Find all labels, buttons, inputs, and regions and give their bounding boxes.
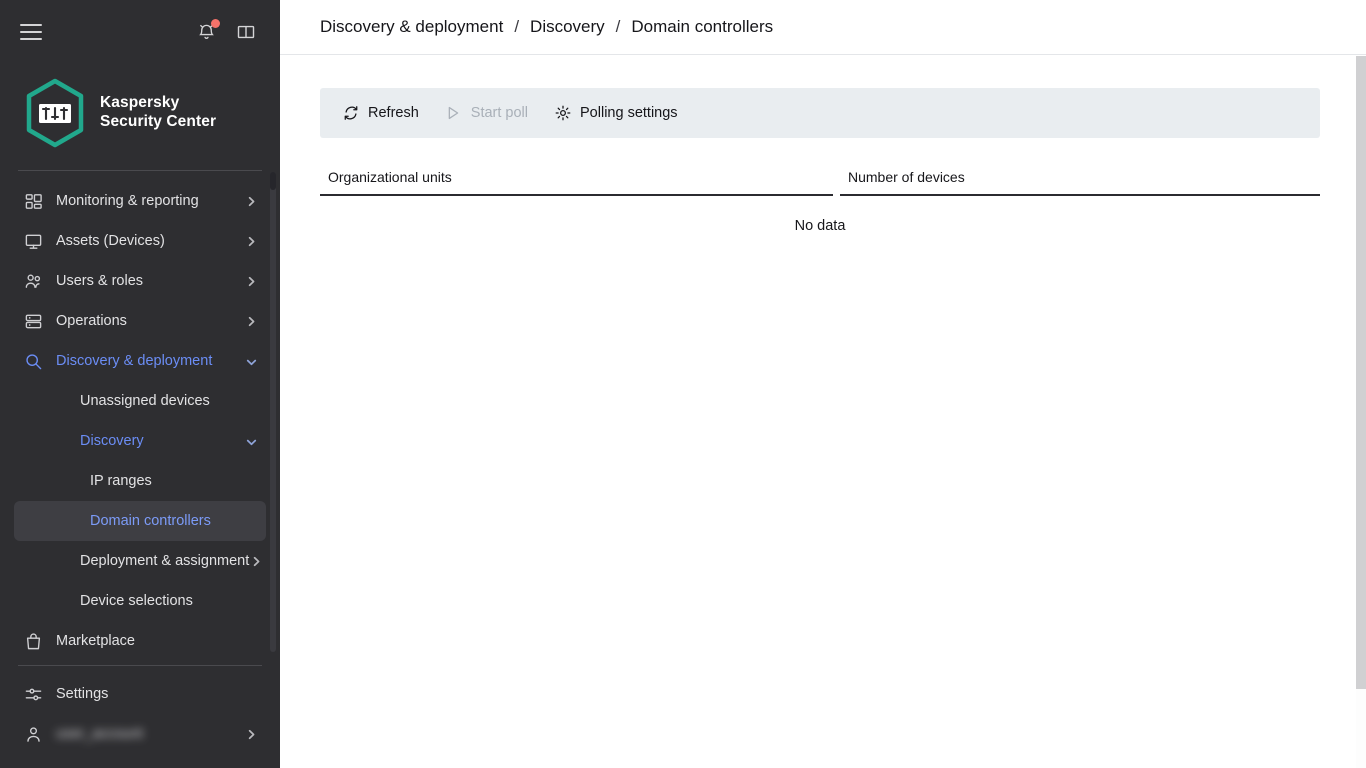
sidebar-item-label: Users & roles [56,273,144,289]
start-poll-button: Start poll [445,105,528,122]
search-icon [24,351,46,371]
main-scrollbar-thumb[interactable] [1356,56,1366,689]
sidebar-item-label: Monitoring & reporting [56,193,199,209]
no-icon [58,471,80,491]
chevron-right-icon [244,728,258,741]
chevron-right-icon [244,315,258,328]
sidebar-item-ip-ranges[interactable]: IP ranges [14,461,266,501]
chevron-right-icon [249,555,263,568]
no-icon [48,551,70,571]
redacted-user-name: user_account [56,726,144,742]
notification-badge [211,19,220,28]
sidebar-item-label: IP ranges [90,473,152,489]
main-area: Discovery & deployment / Discovery / Domain … [280,0,1366,768]
toolbar-button-label: Start poll [470,105,529,121]
sidebar-item-label: Deployment & assignment [80,553,250,569]
breadcrumb-item-0[interactable]: Discovery & deployment [320,17,503,37]
sidebar-item-label: Device selections [80,593,193,609]
sidebar-item-domain-controllers[interactable]: Domain controllers [14,501,266,541]
sidebar-item-settings[interactable]: Settings [14,674,266,714]
sidebar-item-deployment-assignment[interactable]: Deployment & assignment [14,541,266,581]
app-root: Kaspersky Security Center Monitoring & r… [0,0,1366,768]
breadcrumb-item-2: Domain controllers [631,17,774,36]
sidebar-scrollbar-track[interactable] [270,172,276,652]
chevron-down-icon [244,435,258,448]
sidebar-item-marketplace[interactable]: Marketplace [14,621,266,661]
refresh-icon [342,105,359,122]
sidebar-divider-bottom [18,665,262,666]
dashboard-grid-icon [24,191,46,211]
sidebar-item-label: Domain controllers [90,513,211,529]
play-icon [445,105,462,122]
sidebar-nav-scroll: Monitoring & reporting Assets (Devices) Us… [0,171,280,716]
server-stack-icon [24,311,46,331]
polling-settings-button[interactable]: Polling settings [554,105,678,122]
sidebar-item-discovery[interactable]: Discovery [14,421,266,461]
breadcrumb-separator: / [615,17,621,36]
table-empty-message: No data [794,218,846,234]
sidebar-item-label: Unassigned devices [80,393,210,409]
sidebar-item-device-selections[interactable]: Device selections [14,581,266,621]
refresh-button[interactable]: Refresh [342,105,419,122]
column-header-number-of-devices[interactable]: Number of devices [840,169,1320,196]
kaspersky-logo-icon [24,78,86,148]
logo-line-2: Security Center [100,113,217,130]
sidebar-item-operations[interactable]: Operations [14,301,266,341]
sidebar-item-label: Operations [56,313,127,329]
chevron-right-icon [244,235,258,248]
sidebar-bottom-nav: Settings user_account [0,674,280,754]
sidebar-item-label: Settings [56,686,109,702]
toolbar-button-label: Polling settings [580,105,678,121]
column-header-organizational-units[interactable]: Organizational units [320,169,833,196]
notifications-button[interactable] [194,19,220,44]
sidebar-item-label: Discovery [80,433,144,449]
sidebar-item-assets-devices[interactable]: Assets (Devices) [14,221,266,261]
chevron-right-icon [244,275,258,288]
sidebar-item-unassigned-devices[interactable]: Unassigned devices [14,381,266,421]
sidebar-item-label: user_account [56,726,244,742]
sidebar-scrollbar-thumb[interactable] [270,172,276,190]
toolbar-button-label: Refresh [368,105,419,121]
sidebar-nav: Monitoring & reporting Assets (Devices) Us… [0,171,280,661]
users-icon [24,271,46,291]
breadcrumb-item-1[interactable]: Discovery [530,17,605,37]
product-name: Kaspersky Security Center [100,94,216,132]
sidebar-item-label: Discovery & deployment [56,353,213,369]
sidebar-item-monitoring-reporting[interactable]: Monitoring & reporting [14,181,266,221]
page-content: Refresh Start poll Polling settings Organi… [280,55,1366,234]
shopping-bag-icon [24,631,46,651]
person-icon [24,724,46,744]
main-scrollbar-track[interactable] [1356,56,1366,768]
no-icon [48,591,70,611]
monitor-icon [24,231,46,251]
sidebar-topbar [0,0,280,64]
sidebar-bottom: Settings user_account [0,665,280,768]
hamburger-icon[interactable] [20,24,42,40]
sidebar-item-users-roles[interactable]: Users & roles [14,261,266,301]
breadcrumb-separator: / [514,17,520,36]
sidebar-item-label: Assets (Devices) [56,233,165,249]
sidebar: Kaspersky Security Center Monitoring & r… [0,0,280,768]
gear-icon [554,105,571,122]
no-icon [48,391,70,411]
table-header-row: Organizational units Number of devices [320,160,1320,196]
sliders-icon [24,684,46,704]
topbar-icons [194,19,258,44]
sidebar-item-user-account[interactable]: user_account [14,714,266,754]
domain-controllers-table: Organizational units Number of devices N… [320,160,1320,234]
no-icon [58,511,80,531]
sidebar-item-label: Marketplace [56,633,135,649]
breadcrumb: Discovery & deployment / Discovery / Domain … [320,17,773,37]
chevron-down-icon [244,355,258,368]
sidebar-item-discovery-deployment[interactable]: Discovery & deployment [14,341,266,381]
breadcrumb-bar: Discovery & deployment / Discovery / Domain … [280,0,1366,55]
logo-line-1: Kaspersky [100,94,180,112]
chevron-right-icon [244,195,258,208]
no-icon [48,431,70,451]
product-logo: Kaspersky Security Center [0,64,280,170]
action-toolbar: Refresh Start poll Polling settings [320,88,1320,138]
help-book-button[interactable] [234,20,258,44]
